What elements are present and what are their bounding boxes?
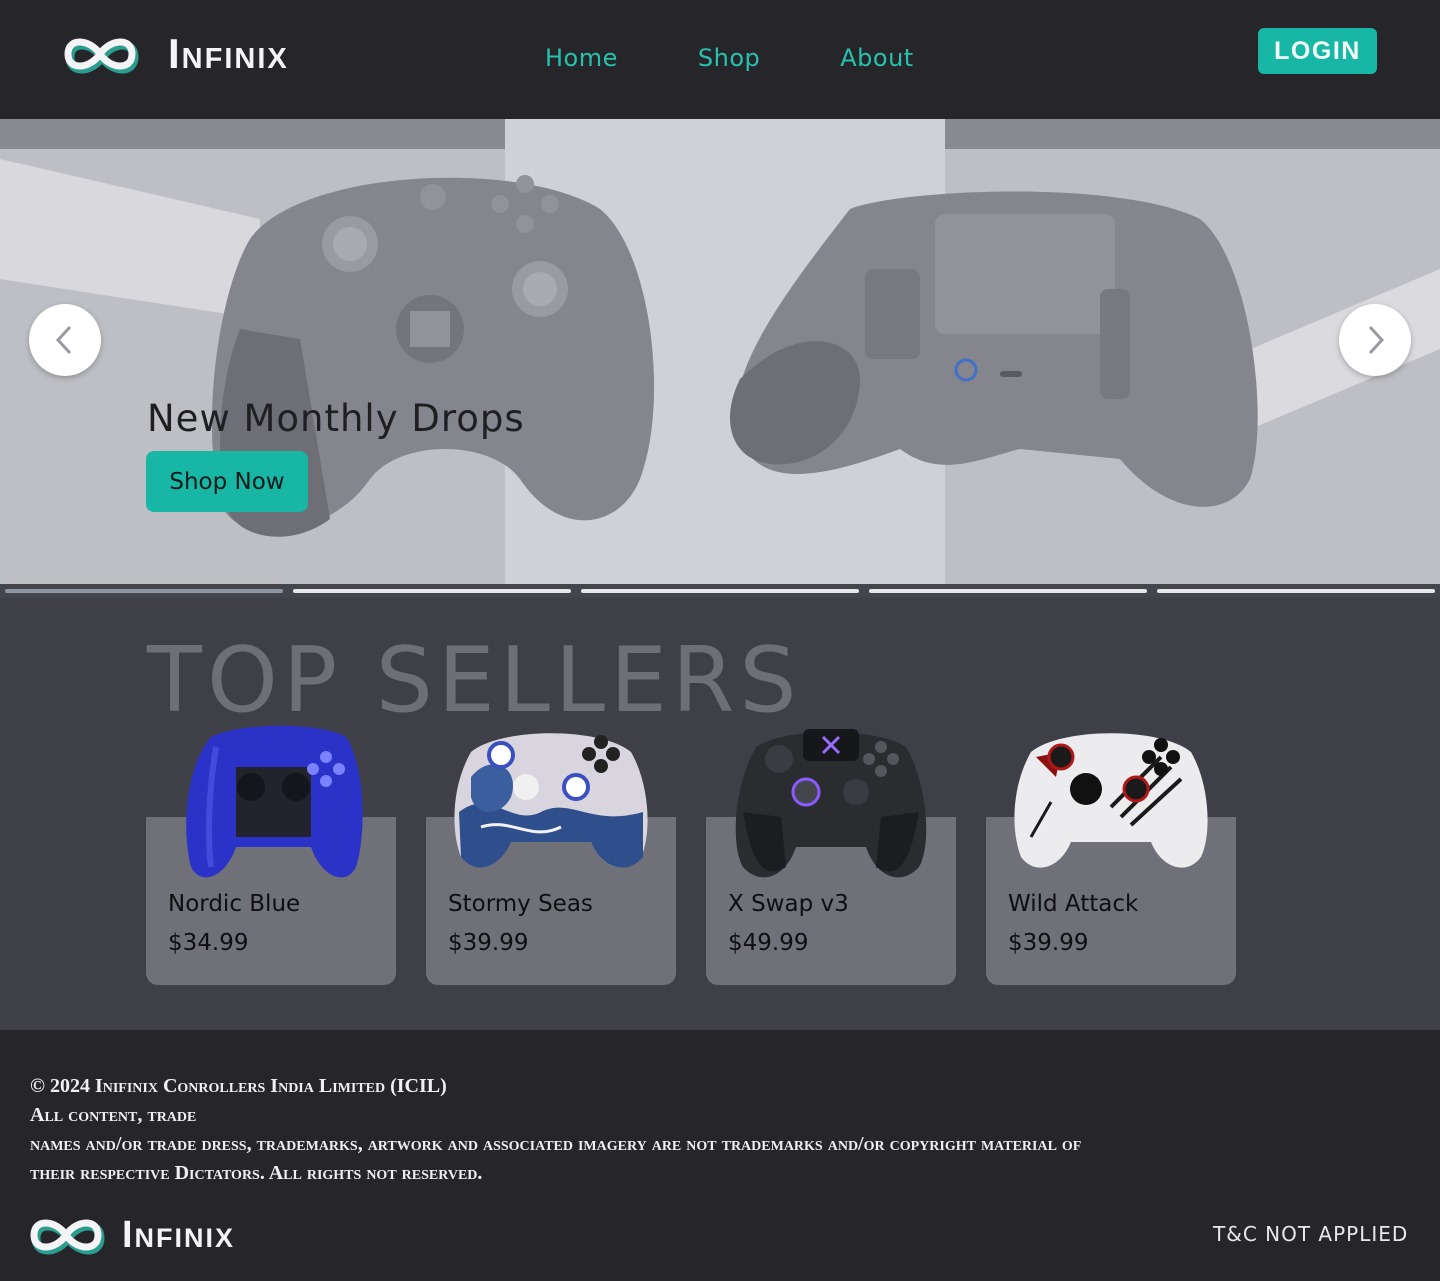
chevron-left-icon [55,325,72,355]
hero-controllers-image [0,119,1440,584]
legal-line: their respective Dictators. All rights n… [30,1162,483,1184]
legal-notice: © 2024 Inifinix Conrollers India Limited… [30,1072,1081,1188]
carousel-indicators [0,584,1440,598]
stormy-seas-controller-image [454,733,648,868]
brand-name: Infinix [168,30,289,77]
site-header: Infinix Home Shop About LOGIN [0,0,1440,119]
header-logo[interactable]: Infinix [60,30,289,78]
product-price: $34.99 [168,930,249,956]
top-sellers-section: TOP SELLERS Nordic Blue $34.99 Stormy Se… [0,598,1440,1030]
login-button[interactable]: LOGIN [1258,28,1377,74]
site-footer: © 2024 Inifinix Conrollers India Limited… [0,1030,1440,1281]
hero-carousel: New Monthly Drops Shop Now [0,119,1440,584]
carousel-next-button[interactable] [1339,304,1411,376]
carousel-prev-button[interactable] [29,304,101,376]
legal-line: All content, trade [30,1104,197,1126]
nav-about-link[interactable]: About [840,44,913,72]
footer-logo[interactable]: Infinix [26,1212,235,1258]
product-price: $39.99 [1008,930,1089,956]
legal-line: © 2024 Inifinix Conrollers India Limited… [30,1075,447,1097]
product-card[interactable]: Wild Attack $39.99 [986,733,1236,985]
shop-now-button[interactable]: Shop Now [146,451,308,512]
slide-indicator-3[interactable] [581,589,859,593]
slide-indicator-2[interactable] [293,589,571,593]
slide-indicator-5[interactable] [1157,589,1435,593]
infinity-logo-icon [64,38,139,74]
infinity-logo-icon [30,1219,105,1255]
chevron-right-icon [1368,325,1385,355]
terms-link[interactable]: T&C NOT APPLIED [1213,1222,1408,1246]
brand-name: Infinix [122,1213,236,1256]
nav-shop-link[interactable]: Shop [698,44,760,72]
nav-home-link[interactable]: Home [545,44,618,72]
main-nav: Home Shop About [545,44,994,72]
slide-indicator-4[interactable] [869,589,1147,593]
product-card[interactable]: X Swap v3 $49.99 [706,729,956,985]
product-price: $39.99 [448,930,529,956]
product-name: Stormy Seas [448,891,593,917]
product-card[interactable]: Stormy Seas $39.99 [426,733,676,985]
legal-line: names and/or trade dress, trademarks, ar… [30,1133,1082,1155]
nordic-blue-controller-image [186,725,363,878]
hero-title: New Monthly Drops [147,397,525,440]
wild-attack-controller-image [1014,733,1208,868]
x-swap-controller-image [735,729,927,878]
product-card[interactable]: Nordic Blue $34.99 [146,725,396,985]
product-price: $49.99 [728,930,809,956]
product-name: Wild Attack [1008,891,1139,917]
slide-indicator-1[interactable] [5,589,283,593]
product-name: Nordic Blue [168,891,301,917]
product-name: X Swap v3 [728,891,849,917]
